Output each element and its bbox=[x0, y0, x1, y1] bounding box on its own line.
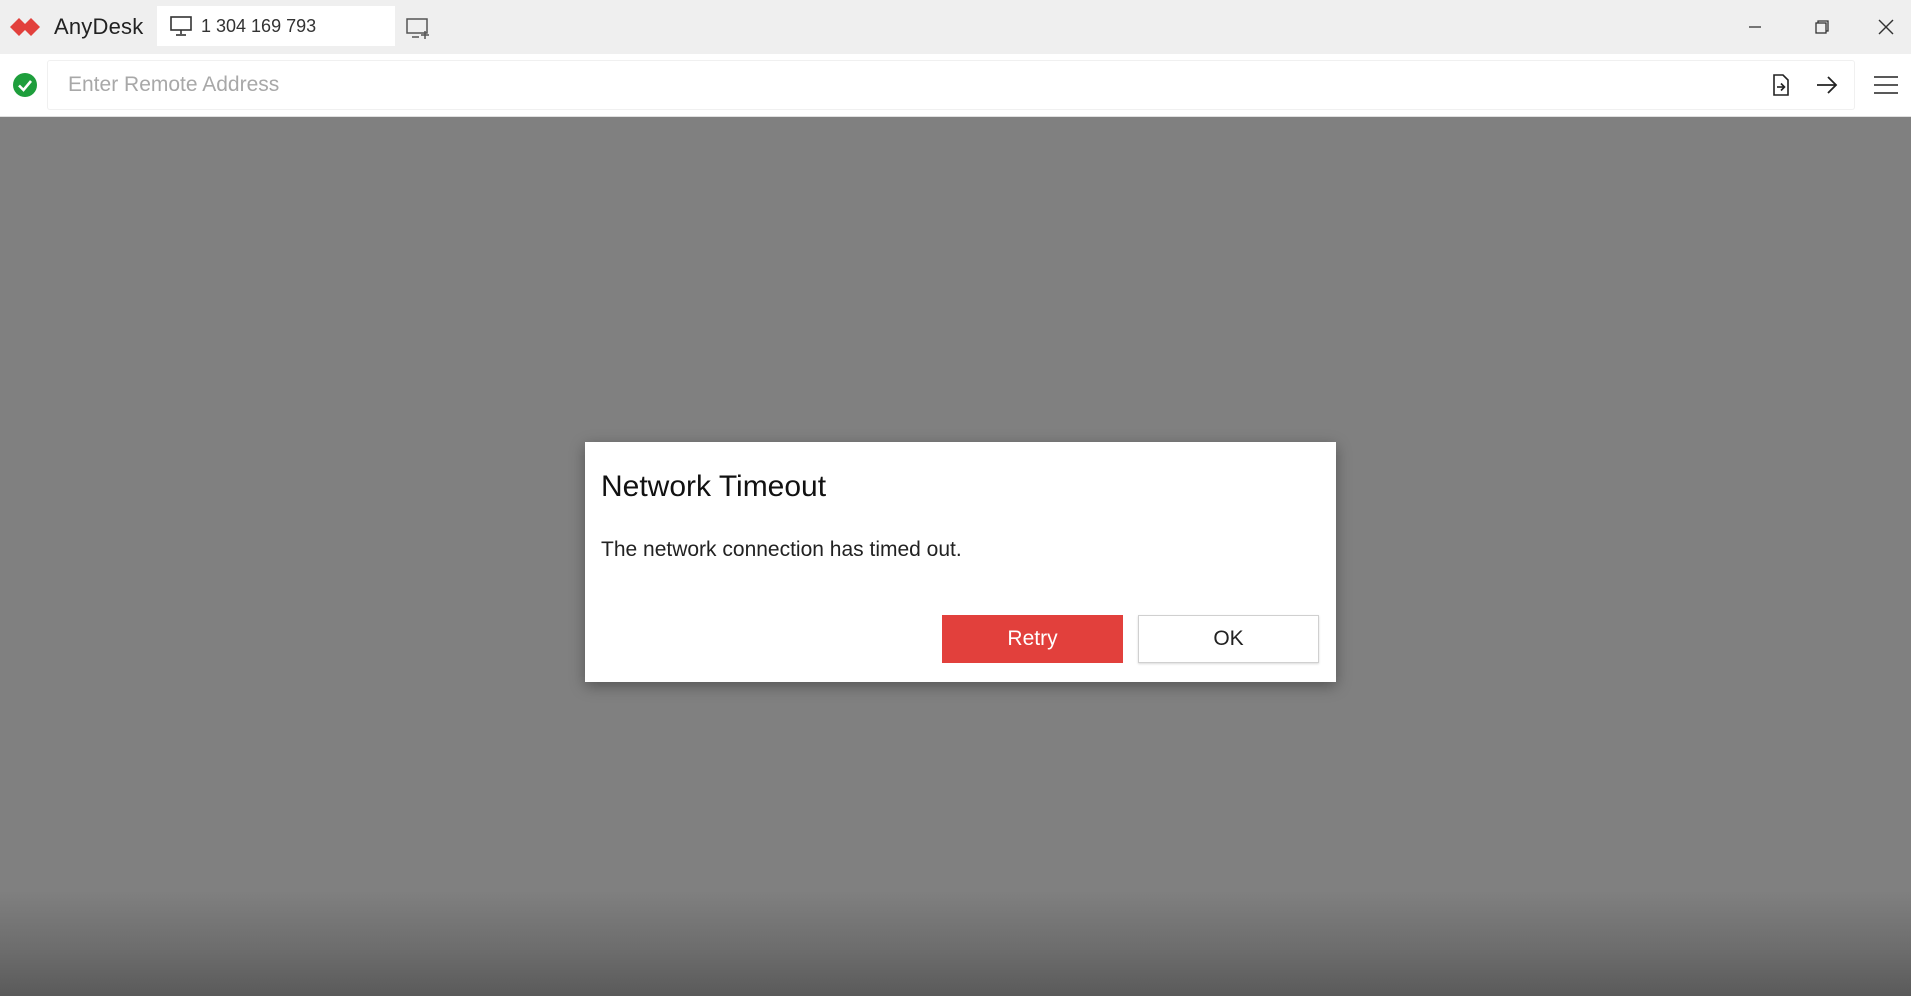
retry-button[interactable]: Retry bbox=[942, 615, 1123, 663]
check-circle-icon bbox=[13, 73, 37, 97]
connect-button[interactable] bbox=[1812, 70, 1842, 100]
restore-icon bbox=[1815, 20, 1829, 34]
dialog-message: The network connection has timed out. bbox=[601, 538, 962, 561]
close-icon bbox=[1878, 19, 1894, 35]
dialog-title: Network Timeout bbox=[601, 470, 827, 503]
minimize-button[interactable] bbox=[1737, 10, 1773, 44]
tab-remote-session[interactable]: 1 304 169 793 bbox=[157, 6, 395, 46]
network-timeout-dialog: Network Timeout The network connection h… bbox=[585, 442, 1336, 682]
main-menu-button[interactable] bbox=[1871, 70, 1901, 100]
close-button[interactable] bbox=[1868, 10, 1904, 44]
app-name: AnyDesk bbox=[54, 14, 144, 39]
connect-arrow-icon bbox=[1817, 76, 1838, 94]
anydesk-logo-icon bbox=[10, 18, 40, 36]
app-logo: AnyDesk bbox=[0, 0, 143, 54]
minimize-icon bbox=[1749, 26, 1761, 28]
menu-icon bbox=[1874, 76, 1898, 94]
address-bar bbox=[0, 54, 1911, 117]
new-tab-icon bbox=[406, 18, 429, 39]
restore-button[interactable] bbox=[1804, 10, 1840, 44]
file-transfer-button[interactable] bbox=[1766, 70, 1796, 100]
title-bar: AnyDesk 1 304 169 793 bbox=[0, 0, 1911, 54]
monitor-icon bbox=[170, 16, 192, 36]
remote-address-input[interactable] bbox=[48, 61, 1854, 109]
new-tab-button[interactable] bbox=[404, 14, 432, 42]
ok-button[interactable]: OK bbox=[1138, 615, 1319, 663]
file-transfer-icon bbox=[1773, 74, 1789, 96]
tab-label: 1 304 169 793 bbox=[201, 15, 317, 36]
